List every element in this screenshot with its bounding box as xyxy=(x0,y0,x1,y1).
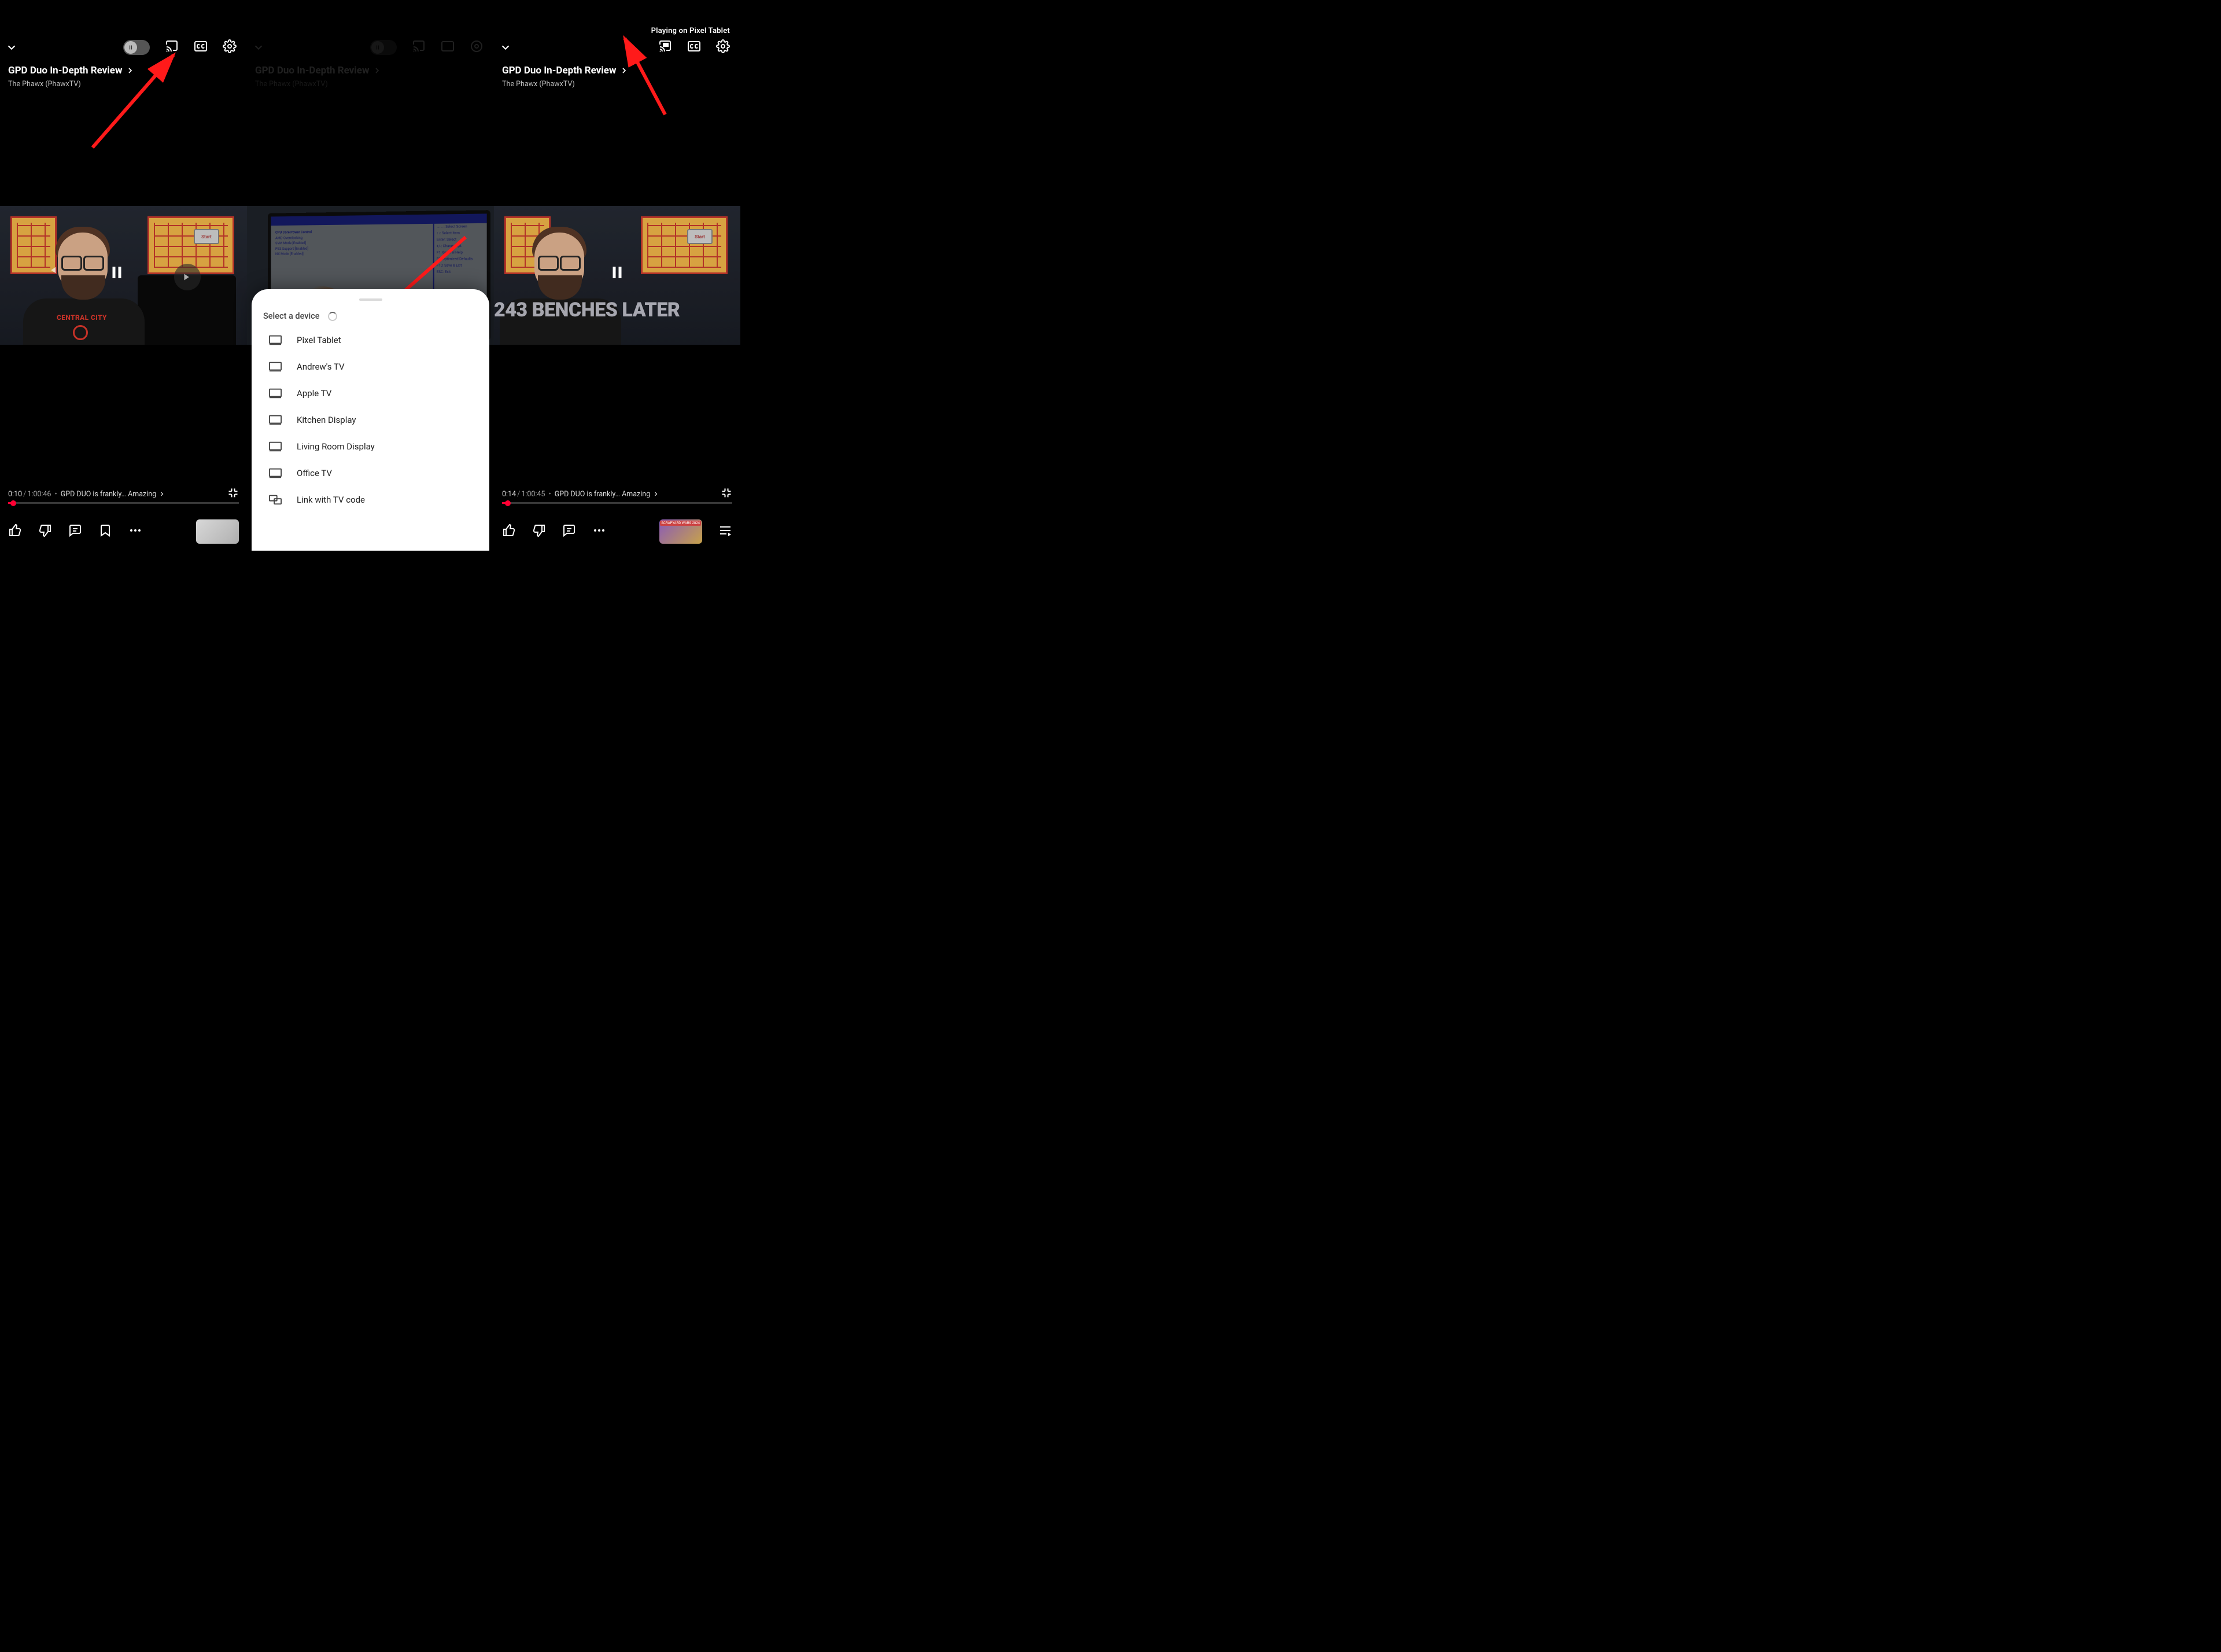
loading-spinner-icon xyxy=(328,312,337,321)
previous-button[interactable] xyxy=(46,264,59,290)
queue-icon[interactable] xyxy=(718,523,732,540)
progress-bar[interactable] xyxy=(502,502,732,504)
chapter-link[interactable]: GPD DUO is frankly… Amazing xyxy=(61,490,166,499)
like-icon[interactable] xyxy=(8,523,22,540)
channel-name: The Phawx (PhawxTV) xyxy=(8,80,239,89)
playback-controls xyxy=(0,264,247,290)
captions-icon[interactable] xyxy=(194,39,208,56)
video-title: GPD Duo In-Depth Review xyxy=(8,65,122,76)
action-row xyxy=(8,519,239,544)
up-next-thumbnail[interactable] xyxy=(196,519,239,544)
chapter-link[interactable]: GPD DUO is frankly… Amazing xyxy=(555,490,660,499)
save-icon[interactable] xyxy=(98,523,112,540)
casting-status: Playing on Pixel Tablet xyxy=(651,27,730,35)
topbar xyxy=(494,36,740,59)
device-row-office-tv[interactable]: Office TV xyxy=(252,460,489,486)
pause-button[interactable] xyxy=(108,264,126,290)
collapse-chevron[interactable] xyxy=(494,36,517,59)
up-next-thumbnail[interactable]: SCRAPYARD WARS 2024 xyxy=(659,519,702,544)
current-time: 0:14 xyxy=(502,490,516,499)
device-row-apple-tv[interactable]: Apple TV xyxy=(252,380,489,407)
topbar xyxy=(0,36,247,59)
sheet-title: Select a device xyxy=(263,311,320,321)
more-icon[interactable] xyxy=(592,523,606,540)
dislike-icon[interactable] xyxy=(532,523,546,540)
time-row: 0:14 / 1:00:45 • GPD DUO is frankly… Ama… xyxy=(502,487,732,501)
action-row: SCRAPYARD WARS 2024 xyxy=(502,519,732,544)
device-row-living-room[interactable]: Living Room Display xyxy=(252,433,489,460)
sheet-drag-handle[interactable] xyxy=(359,298,382,301)
device-row-pixel-tablet[interactable]: Pixel Tablet xyxy=(252,327,489,353)
fullscreen-exit-icon[interactable] xyxy=(721,487,732,501)
device-row-andrews-tv[interactable]: Andrew's TV xyxy=(252,353,489,380)
settings-gear-icon[interactable] xyxy=(716,39,730,56)
captions-icon[interactable] xyxy=(687,39,701,56)
playback-controls xyxy=(494,264,740,283)
like-icon[interactable] xyxy=(502,523,516,540)
fullscreen-exit-icon[interactable] xyxy=(227,487,239,501)
device-row-link-code[interactable]: Link with TV code xyxy=(252,486,489,513)
autoplay-toggle[interactable] xyxy=(123,40,150,55)
settings-gear-icon[interactable] xyxy=(223,39,237,56)
device-row-kitchen-display[interactable]: Kitchen Display xyxy=(252,407,489,433)
video-title-block[interactable]: GPD Duo In-Depth Review The Phawx (Phawx… xyxy=(502,65,732,89)
panel-right-casting: Playing on Pixel Tablet GPD Duo In-Depth… xyxy=(494,0,740,551)
pause-button[interactable] xyxy=(608,264,626,283)
duration: 1:00:46 xyxy=(27,490,51,499)
panel-left-playing: GPD Duo In-Depth Review The Phawx (Phawx… xyxy=(0,0,247,551)
duration: 1:00:45 xyxy=(521,490,545,499)
video-title-block[interactable]: GPD Duo In-Depth Review The Phawx (Phawx… xyxy=(8,65,239,89)
collapse-chevron[interactable] xyxy=(0,36,23,59)
cast-connected-icon[interactable] xyxy=(658,39,672,56)
time-row: 0:10 / 1:00:46 • GPD DUO is frankly… Ama… xyxy=(8,487,239,501)
current-time: 0:10 xyxy=(8,490,22,499)
comments-icon[interactable] xyxy=(68,523,82,540)
next-button[interactable] xyxy=(174,264,201,290)
dislike-icon[interactable] xyxy=(38,523,52,540)
more-icon[interactable] xyxy=(128,523,142,540)
cast-icon[interactable] xyxy=(165,39,179,56)
comments-icon[interactable] xyxy=(562,523,576,540)
progress-bar[interactable] xyxy=(8,502,239,504)
cast-device-sheet: Select a device Pixel Tablet Andrew's TV… xyxy=(252,289,489,551)
